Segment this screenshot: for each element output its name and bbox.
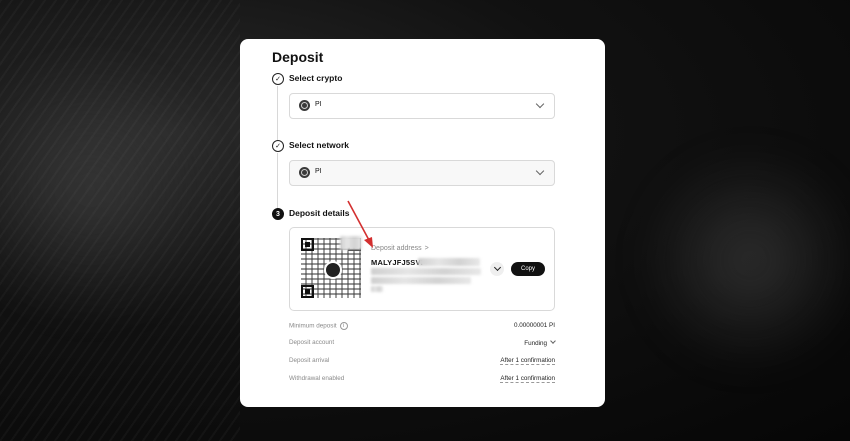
qr-finder xyxy=(301,238,314,251)
withdrawal-enabled-row: Withdrawal enabled After 1 confirmation xyxy=(289,375,555,385)
deposit-details-box: Deposit address > MALYJFJ5SVI Copy xyxy=(289,227,555,311)
step-1-check-icon: ✓ xyxy=(272,73,284,85)
page-title: Deposit xyxy=(272,49,324,65)
chevron-down-icon xyxy=(535,166,545,176)
pi-network-icon xyxy=(299,167,310,178)
redacted-area xyxy=(371,286,383,292)
info-icon[interactable]: i xyxy=(339,322,348,330)
step-label-select-crypto: Select crypto xyxy=(289,73,343,83)
crypto-select-value: PI xyxy=(315,101,322,108)
chevron-right-icon: > xyxy=(424,245,429,252)
deposit-account-row: Deposit account Funding xyxy=(289,338,556,349)
redacted-area xyxy=(418,258,480,266)
step-connector-1 xyxy=(277,86,278,140)
deposit-account-value: Funding xyxy=(524,340,547,347)
step-label-select-network: Select network xyxy=(289,140,349,150)
chevron-down-icon xyxy=(550,338,556,344)
redacted-area xyxy=(371,268,481,275)
background-glow-right xyxy=(640,150,850,370)
deposit-arrival-row: Deposit arrival After 1 confirmation xyxy=(289,357,555,367)
qr-finder xyxy=(301,285,314,298)
redacted-area xyxy=(371,277,471,284)
deposit-arrival-value[interactable]: After 1 confirmation xyxy=(500,357,555,365)
annotation-arrow xyxy=(347,200,373,248)
crypto-select[interactable]: PI xyxy=(289,93,555,119)
expand-address-button[interactable] xyxy=(490,262,504,276)
deposit-account-label: Deposit account xyxy=(289,339,335,346)
withdrawal-enabled-value[interactable]: After 1 confirmation xyxy=(500,375,555,383)
deposit-account-select[interactable]: Funding xyxy=(524,338,556,347)
step-connector-2 xyxy=(277,153,278,208)
withdrawal-enabled-label: Withdrawal enabled xyxy=(289,375,345,382)
deposit-arrival-label: Deposit arrival xyxy=(289,357,330,364)
deposit-card: Deposit ✓ Select crypto PI ✓ Select netw… xyxy=(240,39,605,407)
chevron-down-icon xyxy=(535,99,545,109)
minimum-deposit-row: Minimum deposit i 0.00000001 PI xyxy=(289,322,555,332)
minimum-deposit-value: 0.00000001 PI xyxy=(514,322,555,329)
qr-logo-icon xyxy=(324,261,342,279)
deposit-address-value: MALYJFJ5SVI xyxy=(371,258,423,267)
network-select-value: PI xyxy=(315,168,322,175)
network-select[interactable]: PI xyxy=(289,160,555,186)
step-3-number: 3 xyxy=(272,208,284,220)
minimum-deposit-label: Minimum deposit i xyxy=(289,322,348,330)
copy-address-button[interactable]: Copy xyxy=(511,262,545,276)
pi-coin-icon xyxy=(299,100,310,111)
step-2-check-icon: ✓ xyxy=(272,140,284,152)
minimum-deposit-label-text: Minimum deposit xyxy=(289,322,337,330)
